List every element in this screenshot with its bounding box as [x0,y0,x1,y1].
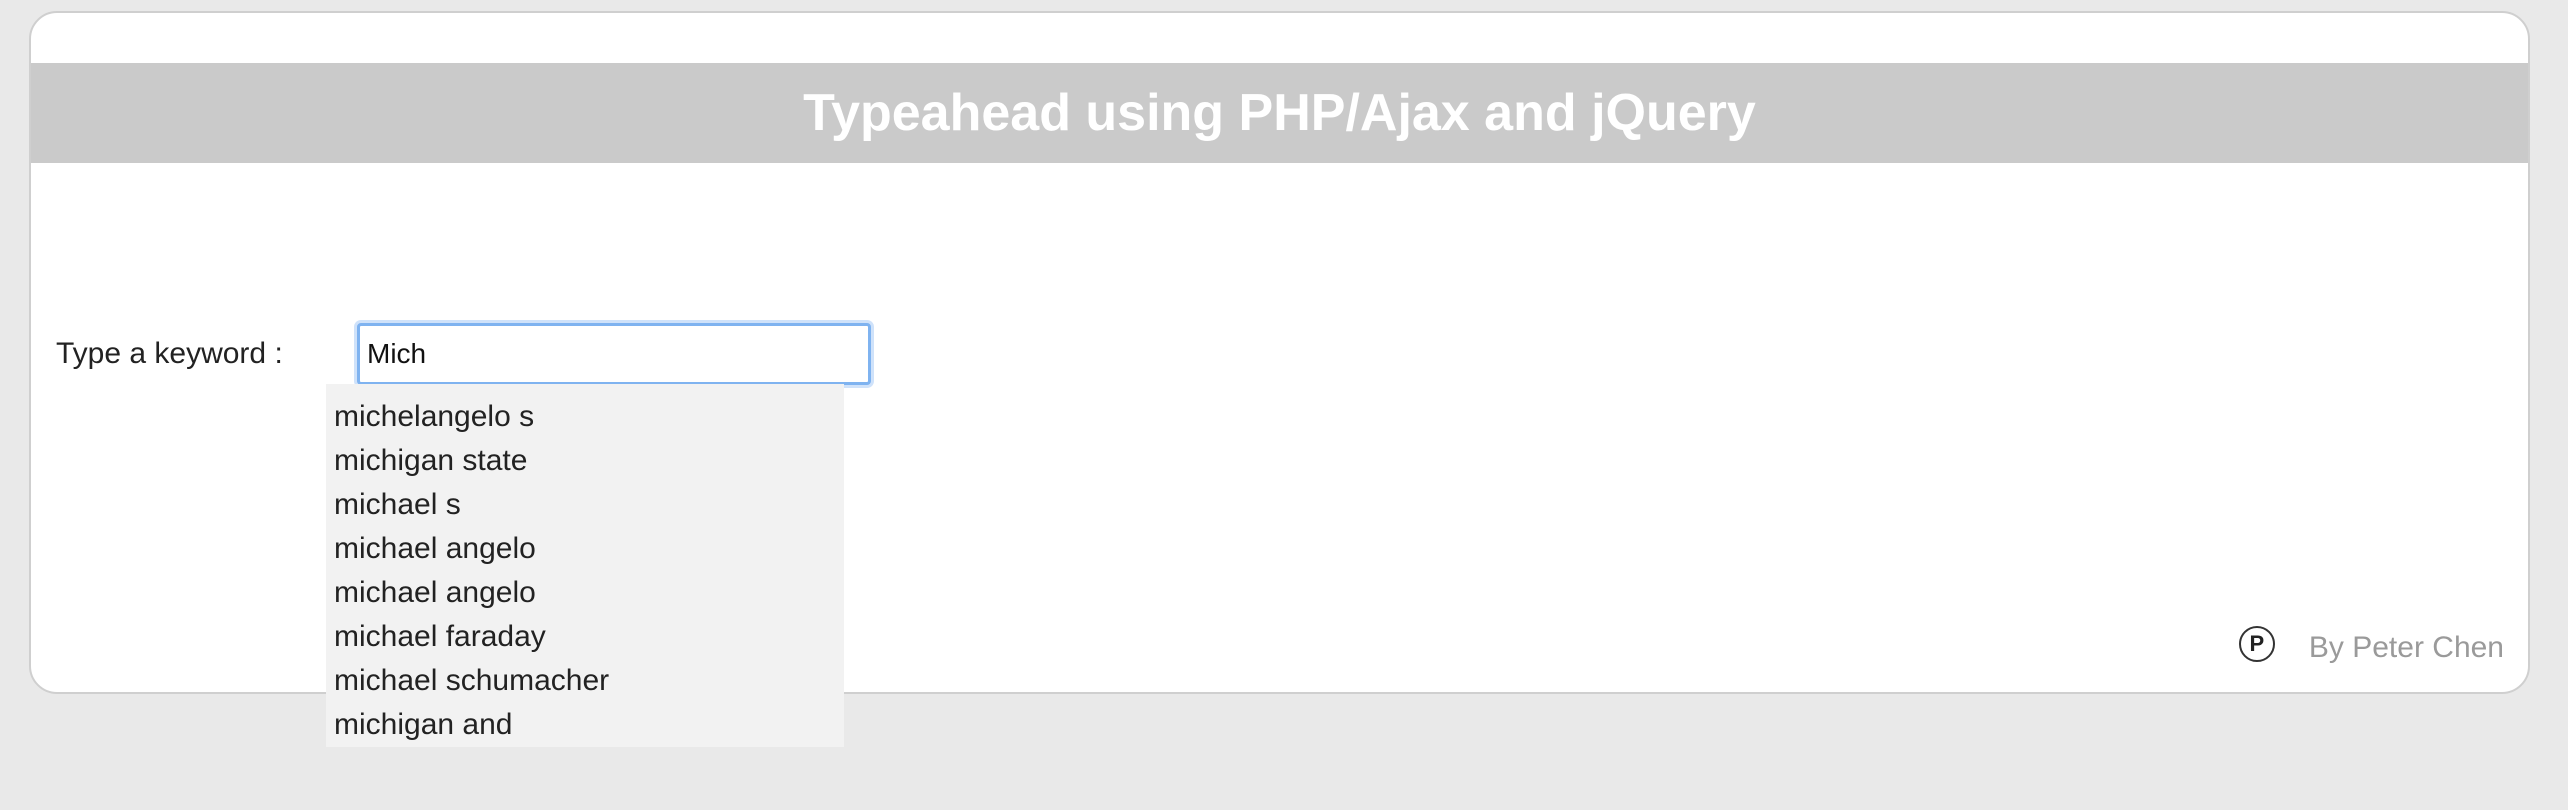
keyword-input[interactable] [357,323,871,385]
suggestion-item[interactable]: michael faraday [326,615,844,659]
p-circle-icon: P [2238,626,2275,662]
page-title: Typeahead using PHP/Ajax and jQuery [803,84,1756,142]
author-byline: By Peter Chen [2308,631,2504,664]
header-bar: Typeahead using PHP/Ajax and jQuery [31,63,2528,163]
suggestion-item[interactable]: michael s [326,483,844,527]
suggestion-item[interactable]: michael angelo [326,527,844,571]
suggestion-item[interactable]: michigan state [326,439,844,483]
footer: P By Peter Chen [2238,625,2504,664]
suggestion-item[interactable]: michelangelo s [326,395,844,439]
keyword-label: Type a keyword : [56,337,283,370]
suggestion-item[interactable]: michigan and [326,703,844,747]
suggestion-item[interactable]: michael schumacher [326,659,844,703]
suggestion-item[interactable]: michael angelo [326,571,844,615]
suggestion-dropdown: michelangelo s michigan state michael s … [326,384,844,747]
